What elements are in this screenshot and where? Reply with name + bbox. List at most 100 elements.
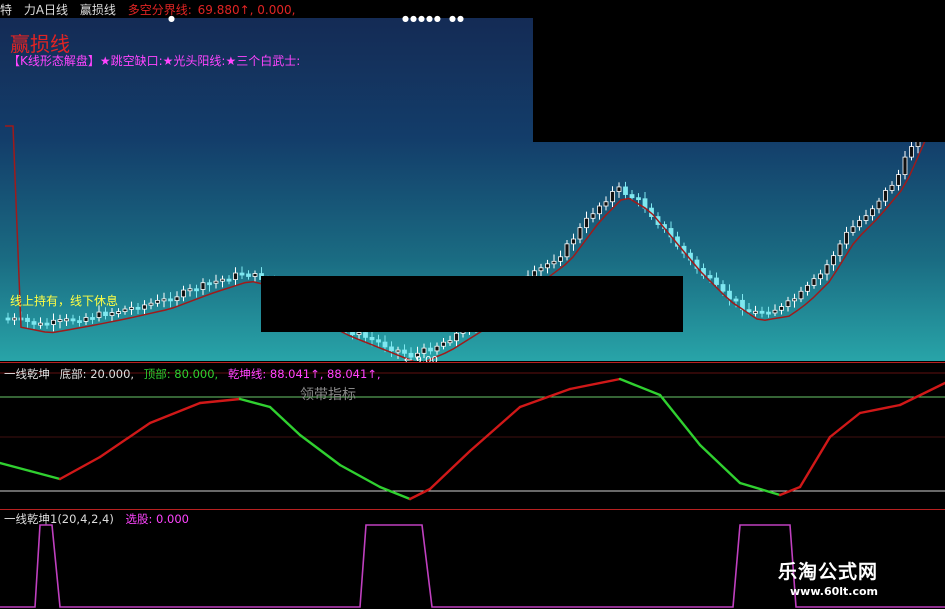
candle-body [870, 208, 875, 217]
candle-body [116, 311, 121, 315]
qk-line-down-segment [698, 443, 742, 485]
site-url: www.60lt.com [790, 585, 879, 598]
candle-body [207, 282, 212, 286]
candle-body [447, 340, 453, 344]
candle-body [5, 317, 11, 321]
indicator-value: 69.880↑, 0.000, [197, 3, 296, 17]
candle-body [896, 174, 901, 186]
candle-body [759, 310, 765, 314]
candle-body [109, 312, 115, 317]
candle-body [811, 278, 817, 286]
candle-body [233, 272, 238, 281]
candle-body [135, 306, 141, 310]
candle-body [194, 288, 199, 292]
candle-body [733, 298, 739, 302]
candle-body [850, 226, 856, 233]
candle-body [181, 289, 186, 298]
candle-body [213, 280, 219, 284]
toolbar-item-1[interactable]: 力A日线 [24, 3, 68, 17]
candle-body [38, 322, 43, 326]
candle-body [792, 298, 797, 302]
toolbar-item-2[interactable]: 赢损线 [80, 3, 116, 17]
candle-body [805, 284, 810, 292]
candle-body [883, 190, 888, 202]
candle-body [51, 319, 56, 325]
qk-line-down-segment [378, 485, 412, 501]
candle-body [389, 346, 394, 352]
pane-separator [0, 509, 945, 510]
qk-line-down-segment [338, 463, 382, 489]
candle-body [363, 332, 368, 338]
candle-body [629, 194, 635, 199]
candle-body [103, 311, 108, 317]
candle-body [200, 282, 206, 290]
qk-line-down-segment [618, 377, 662, 397]
top-label: 顶部: [143, 367, 171, 381]
candle-body [402, 349, 407, 354]
candle-body [720, 284, 726, 292]
indicator-name[interactable]: 一线乾坤 [4, 367, 50, 381]
bottom-value: 20.000, [90, 367, 135, 381]
candle-body [12, 317, 17, 321]
candle-body [863, 215, 869, 221]
candle-body [597, 205, 602, 215]
candle-body [369, 336, 375, 341]
candle-body [428, 347, 433, 352]
qk-line-down-segment [298, 433, 342, 467]
candle-body [746, 309, 752, 313]
candle-body [772, 309, 778, 314]
candle-body [837, 243, 843, 257]
signal-name[interactable]: 一线乾坤1(20,4,2,4) [4, 512, 114, 526]
candle-body [96, 311, 102, 318]
candle-body [551, 260, 557, 265]
candle-body [44, 322, 50, 326]
candle-body [441, 341, 446, 347]
qk-line-up-segment [568, 377, 622, 391]
candle-body [226, 278, 232, 282]
qk-line-up-segment [98, 421, 152, 459]
candle-body [70, 318, 76, 322]
candle-body [83, 317, 89, 322]
qk-line-up-segment [148, 401, 202, 425]
top-toolbar: 特 力A日线 赢损线 多空分界线: 69.880↑, 0.000, [0, 0, 945, 20]
candle-body [610, 191, 615, 203]
indicator-chart [0, 372, 945, 501]
qk-line-up-segment [468, 405, 522, 453]
site-logo: 乐淘公式网 [778, 561, 879, 583]
indicator-header: 一线乾坤 底部: 20.000, 顶部: 80.000, 乾坤线: 88.041… [4, 367, 381, 381]
qk-line-up-segment [518, 387, 572, 409]
pattern-labels: 【K线形态解盘】★跳空缺口:★光头阳线:★三个白武士: [8, 54, 301, 68]
qk-line-down-segment [238, 397, 272, 409]
candle-body [187, 288, 193, 292]
signal-header: 一线乾坤1(20,4,2,4) 选股: 0.000 [4, 512, 189, 526]
candle-body [818, 273, 823, 280]
select-value: 0.000 [156, 512, 189, 526]
candle-body [129, 306, 134, 310]
candle-body [395, 349, 401, 353]
candle-body [844, 231, 849, 245]
candle-body [571, 238, 576, 245]
candle-body [220, 278, 225, 282]
candle-body [779, 306, 784, 311]
toolbar-item-0[interactable]: 特 [0, 3, 12, 17]
candle-body [161, 298, 167, 302]
candle-body [636, 197, 641, 201]
candle-body [57, 319, 63, 322]
candle-body [174, 296, 180, 302]
candle-body [603, 201, 609, 207]
candle-body [707, 275, 713, 279]
candle-body [538, 267, 544, 272]
qk-line-up-segment [428, 449, 472, 491]
line-values: 88.041↑, 88.041↑, [269, 367, 381, 381]
candle-body [246, 273, 251, 277]
candle-body [382, 341, 388, 348]
qk-line-down-segment [0, 461, 32, 473]
candle-body [857, 220, 862, 228]
qk-line-up-segment [58, 455, 102, 481]
candle-body [798, 290, 804, 300]
candle-body [584, 217, 589, 229]
qk-line-down-segment [268, 405, 302, 437]
candle-body [766, 311, 771, 315]
candle-body [356, 332, 362, 336]
bottom-label: 底部: [59, 367, 87, 381]
